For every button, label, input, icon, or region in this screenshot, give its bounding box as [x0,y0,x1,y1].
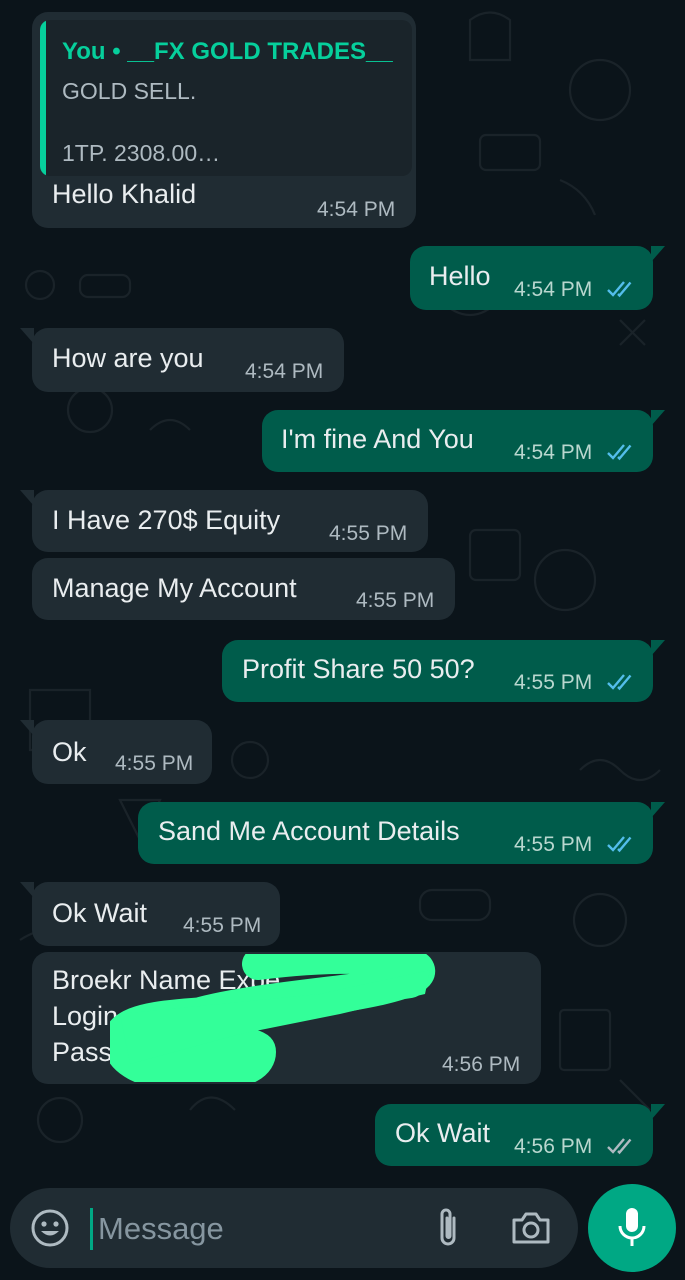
text-cursor [90,1208,93,1250]
quote-line: GOLD SELL. [62,78,197,104]
message-bubble[interactable]: Sand Me Account Details 4:55 PM [138,802,665,864]
message-text: Login [52,1001,119,1031]
double-check-icon [607,836,632,853]
message-bubble[interactable]: Hello 4:54 PM [410,246,665,310]
message-time: 4:54 PM [245,360,324,383]
quote-accent-bar [40,20,46,176]
message-time: 4:55 PM [183,914,262,937]
quote-line: 1TP. 2308.00… [62,140,221,166]
message-bubble[interactable]: Ok Wait 4:55 PM [20,882,280,946]
message-time: 4:54 PM [514,441,593,464]
message-text: Hello [429,261,491,291]
redaction-scribble [110,954,436,1082]
message-text: Ok Wait [52,898,148,928]
message-bubble[interactable]: Profit Share 50 50? 4:55 PM [222,640,665,702]
message-bubble[interactable]: Ok 4:55 PM [20,720,212,784]
microphone-icon [618,1208,646,1246]
message-text: Pass [52,1037,113,1067]
message-time: 4:55 PM [329,522,408,545]
message-text: How are you [52,343,204,373]
double-check-icon [607,281,632,298]
message-input[interactable] [96,1202,420,1256]
quoted-reply[interactable]: You • __FX GOLD TRADES__ GOLD SELL. 1TP.… [40,20,412,176]
emoji-icon[interactable] [30,1208,70,1248]
message-text: Hello Khalid [52,179,197,209]
voice-message-button[interactable] [588,1184,676,1272]
message-text: Sand Me Account Details [158,816,460,846]
message-text: Profit Share 50 50? [242,654,475,684]
paperclip-icon[interactable] [434,1206,464,1250]
camera-icon[interactable] [510,1208,552,1248]
message-text: Ok Wait [395,1118,491,1148]
message-time: 4:54 PM [317,198,396,221]
chat-area: You • __FX GOLD TRADES__ GOLD SELL. 1TP.… [0,0,685,1185]
message-text: I Have 270$ Equity [52,505,281,535]
message-bubble[interactable]: How are you 4:54 PM [20,328,344,392]
message-bubble[interactable]: I Have 270$ Equity 4:55 PM [20,490,428,552]
message-bubble[interactable]: You • __FX GOLD TRADES__ GOLD SELL. 1TP.… [32,12,416,228]
message-time: 4:55 PM [115,752,194,775]
message-text: I'm fine And You [281,424,474,454]
double-check-icon [607,1138,632,1155]
double-check-icon [607,444,632,461]
quote-sender: You • __FX GOLD TRADES__ [62,38,393,65]
message-time: 4:55 PM [514,833,593,856]
message-bubble[interactable]: Broekr Name Expe Login Pass 4:56 PM [32,952,541,1084]
message-text: Manage My Account [52,573,297,603]
message-composer [10,1188,578,1268]
message-bubble[interactable]: I'm fine And You 4:54 PM [262,410,665,472]
double-check-icon [607,674,632,691]
message-text: Ok [52,737,87,767]
message-time: 4:56 PM [442,1053,521,1076]
message-time: 4:54 PM [514,278,593,301]
message-time: 4:55 PM [514,671,593,694]
message-bubble[interactable]: Manage My Account 4:55 PM [32,558,455,620]
message-time: 4:55 PM [356,589,435,612]
message-time: 4:56 PM [514,1135,593,1158]
message-bubble[interactable]: Ok Wait 4:56 PM [375,1104,665,1166]
